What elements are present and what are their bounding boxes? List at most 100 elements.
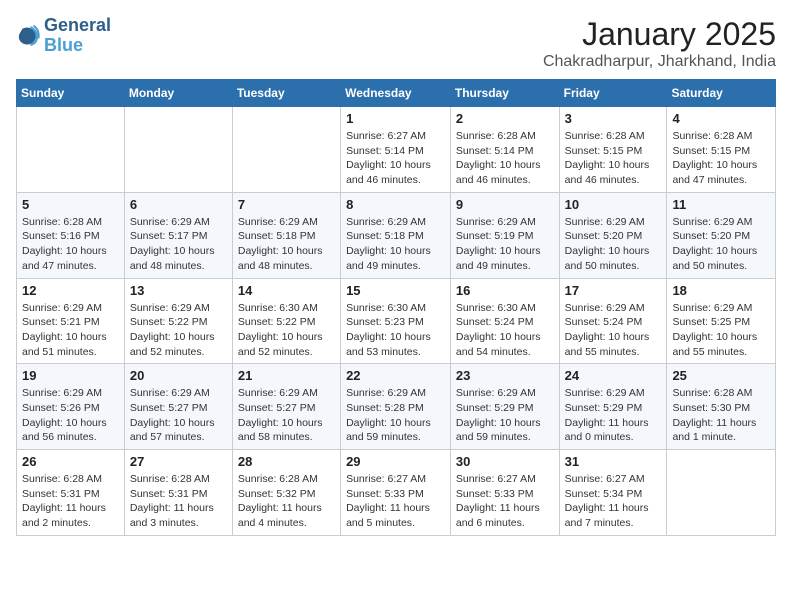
- header-cell-monday: Monday: [124, 80, 232, 107]
- calendar-cell: 11 Sunrise: 6:29 AM Sunset: 5:20 PM Dayli…: [667, 192, 776, 278]
- header-cell-saturday: Saturday: [667, 80, 776, 107]
- day-number: 23: [456, 368, 554, 383]
- day-content: Sunrise: 6:29 AM Sunset: 5:29 PM Dayligh…: [565, 386, 662, 445]
- day-number: 14: [238, 283, 335, 298]
- logo-icon: [16, 24, 40, 48]
- calendar-cell: [124, 107, 232, 193]
- day-number: 6: [130, 197, 227, 212]
- calendar-cell: 3Sunrise: 6:28 AM Sunset: 5:15 PM Daylig…: [559, 107, 667, 193]
- calendar-cell: 17Sunrise: 6:29 AM Sunset: 5:24 PM Dayli…: [559, 278, 667, 364]
- day-number: 19: [22, 368, 119, 383]
- calendar-table: SundayMondayTuesdayWednesdayThursdayFrid…: [16, 79, 776, 536]
- week-row-4: 19 Sunrise: 6:29 AM Sunset: 5:26 PM Dayli…: [17, 364, 776, 450]
- calendar-cell: 31 Sunrise: 6:27 AM Sunset: 5:34 PM Dayli…: [559, 450, 667, 536]
- day-number: 7: [238, 197, 335, 212]
- day-content: Sunrise: 6:29 AM Sunset: 5:22 PM Dayligh…: [130, 301, 227, 360]
- header-cell-thursday: Thursday: [450, 80, 559, 107]
- calendar-title: January 2025: [543, 16, 776, 53]
- day-number: 25: [672, 368, 770, 383]
- day-number: 10: [565, 197, 662, 212]
- day-number: 15: [346, 283, 445, 298]
- day-number: 20: [130, 368, 227, 383]
- calendar-cell: 16 Sunrise: 6:30 AM Sunset: 5:24 PM Dayli…: [450, 278, 559, 364]
- week-row-2: 5Sunrise: 6:28 AM Sunset: 5:16 PM Daylig…: [17, 192, 776, 278]
- calendar-cell: 4Sunrise: 6:28 AM Sunset: 5:15 PM Daylig…: [667, 107, 776, 193]
- title-block: January 2025 Chakradharpur, Jharkhand, I…: [543, 16, 776, 71]
- day-content: Sunrise: 6:29 AM Sunset: 5:24 PM Dayligh…: [565, 301, 662, 360]
- day-number: 1: [346, 111, 445, 126]
- header-cell-tuesday: Tuesday: [232, 80, 340, 107]
- day-content: Sunrise: 6:27 AM Sunset: 5:33 PM Dayligh…: [456, 472, 554, 531]
- week-row-1: 1 Sunrise: 6:27 AM Sunset: 5:14 PM Daylig…: [17, 107, 776, 193]
- day-content: Sunrise: 6:29 AM Sunset: 5:20 PM Dayligh…: [565, 215, 662, 274]
- page-header: General Blue January 2025 Chakradharpur,…: [16, 16, 776, 71]
- header-cell-wednesday: Wednesday: [341, 80, 451, 107]
- day-content: Sunrise: 6:28 AM Sunset: 5:30 PM Dayligh…: [672, 386, 770, 445]
- calendar-cell: 18 Sunrise: 6:29 AM Sunset: 5:25 PM Dayli…: [667, 278, 776, 364]
- calendar-cell: 20 Sunrise: 6:29 AM Sunset: 5:27 PM Dayli…: [124, 364, 232, 450]
- calendar-cell: 14 Sunrise: 6:30 AM Sunset: 5:22 PM Dayli…: [232, 278, 340, 364]
- day-content: Sunrise: 6:29 AM Sunset: 5:21 PM Dayligh…: [22, 301, 119, 360]
- day-content: Sunrise: 6:29 AM Sunset: 5:20 PM Dayligh…: [672, 215, 770, 274]
- day-content: Sunrise: 6:29 AM Sunset: 5:25 PM Dayligh…: [672, 301, 770, 360]
- calendar-cell: 25 Sunrise: 6:28 AM Sunset: 5:30 PM Dayli…: [667, 364, 776, 450]
- day-content: Sunrise: 6:29 AM Sunset: 5:18 PM Dayligh…: [238, 215, 335, 274]
- calendar-cell: [232, 107, 340, 193]
- day-number: 3: [565, 111, 662, 126]
- calendar-cell: 1 Sunrise: 6:27 AM Sunset: 5:14 PM Daylig…: [341, 107, 451, 193]
- day-number: 4: [672, 111, 770, 126]
- calendar-cell: 5Sunrise: 6:28 AM Sunset: 5:16 PM Daylig…: [17, 192, 125, 278]
- day-number: 31: [565, 454, 662, 469]
- calendar-cell: 2 Sunrise: 6:28 AM Sunset: 5:14 PM Daylig…: [450, 107, 559, 193]
- day-number: 18: [672, 283, 770, 298]
- day-number: 22: [346, 368, 445, 383]
- calendar-cell: 30 Sunrise: 6:27 AM Sunset: 5:33 PM Dayli…: [450, 450, 559, 536]
- logo: General Blue: [16, 16, 111, 56]
- day-number: 9: [456, 197, 554, 212]
- day-content: Sunrise: 6:28 AM Sunset: 5:31 PM Dayligh…: [22, 472, 119, 531]
- calendar-cell: 21 Sunrise: 6:29 AM Sunset: 5:27 PM Dayli…: [232, 364, 340, 450]
- day-content: Sunrise: 6:29 AM Sunset: 5:26 PM Dayligh…: [22, 386, 119, 445]
- header-cell-sunday: Sunday: [17, 80, 125, 107]
- calendar-cell: 12 Sunrise: 6:29 AM Sunset: 5:21 PM Dayli…: [17, 278, 125, 364]
- day-number: 28: [238, 454, 335, 469]
- header-cell-friday: Friday: [559, 80, 667, 107]
- day-number: 21: [238, 368, 335, 383]
- calendar-cell: 10 Sunrise: 6:29 AM Sunset: 5:20 PM Dayli…: [559, 192, 667, 278]
- calendar-cell: 9Sunrise: 6:29 AM Sunset: 5:19 PM Daylig…: [450, 192, 559, 278]
- calendar-cell: 8 Sunrise: 6:29 AM Sunset: 5:18 PM Daylig…: [341, 192, 451, 278]
- calendar-cell: 29Sunrise: 6:27 AM Sunset: 5:33 PM Dayli…: [341, 450, 451, 536]
- day-content: Sunrise: 6:28 AM Sunset: 5:32 PM Dayligh…: [238, 472, 335, 531]
- day-content: Sunrise: 6:27 AM Sunset: 5:33 PM Dayligh…: [346, 472, 445, 531]
- day-content: Sunrise: 6:27 AM Sunset: 5:14 PM Dayligh…: [346, 129, 445, 188]
- calendar-cell: 24 Sunrise: 6:29 AM Sunset: 5:29 PM Dayli…: [559, 364, 667, 450]
- day-number: 27: [130, 454, 227, 469]
- day-number: 13: [130, 283, 227, 298]
- day-number: 12: [22, 283, 119, 298]
- day-content: Sunrise: 6:29 AM Sunset: 5:29 PM Dayligh…: [456, 386, 554, 445]
- day-content: Sunrise: 6:29 AM Sunset: 5:27 PM Dayligh…: [238, 386, 335, 445]
- calendar-subtitle: Chakradharpur, Jharkhand, India: [543, 53, 776, 71]
- day-content: Sunrise: 6:29 AM Sunset: 5:28 PM Dayligh…: [346, 386, 445, 445]
- day-number: 8: [346, 197, 445, 212]
- day-number: 11: [672, 197, 770, 212]
- calendar-cell: [667, 450, 776, 536]
- day-number: 16: [456, 283, 554, 298]
- day-number: 26: [22, 454, 119, 469]
- day-content: Sunrise: 6:28 AM Sunset: 5:14 PM Dayligh…: [456, 129, 554, 188]
- day-content: Sunrise: 6:27 AM Sunset: 5:34 PM Dayligh…: [565, 472, 662, 531]
- header-row: SundayMondayTuesdayWednesdayThursdayFrid…: [17, 80, 776, 107]
- day-content: Sunrise: 6:29 AM Sunset: 5:18 PM Dayligh…: [346, 215, 445, 274]
- day-number: 2: [456, 111, 554, 126]
- day-number: 24: [565, 368, 662, 383]
- calendar-cell: 27Sunrise: 6:28 AM Sunset: 5:31 PM Dayli…: [124, 450, 232, 536]
- day-content: Sunrise: 6:29 AM Sunset: 5:27 PM Dayligh…: [130, 386, 227, 445]
- day-content: Sunrise: 6:30 AM Sunset: 5:22 PM Dayligh…: [238, 301, 335, 360]
- week-row-5: 26 Sunrise: 6:28 AM Sunset: 5:31 PM Dayli…: [17, 450, 776, 536]
- day-number: 30: [456, 454, 554, 469]
- calendar-cell: 22 Sunrise: 6:29 AM Sunset: 5:28 PM Dayli…: [341, 364, 451, 450]
- calendar-cell: 7 Sunrise: 6:29 AM Sunset: 5:18 PM Daylig…: [232, 192, 340, 278]
- calendar-cell: 26 Sunrise: 6:28 AM Sunset: 5:31 PM Dayli…: [17, 450, 125, 536]
- day-content: Sunrise: 6:30 AM Sunset: 5:24 PM Dayligh…: [456, 301, 554, 360]
- week-row-3: 12 Sunrise: 6:29 AM Sunset: 5:21 PM Dayli…: [17, 278, 776, 364]
